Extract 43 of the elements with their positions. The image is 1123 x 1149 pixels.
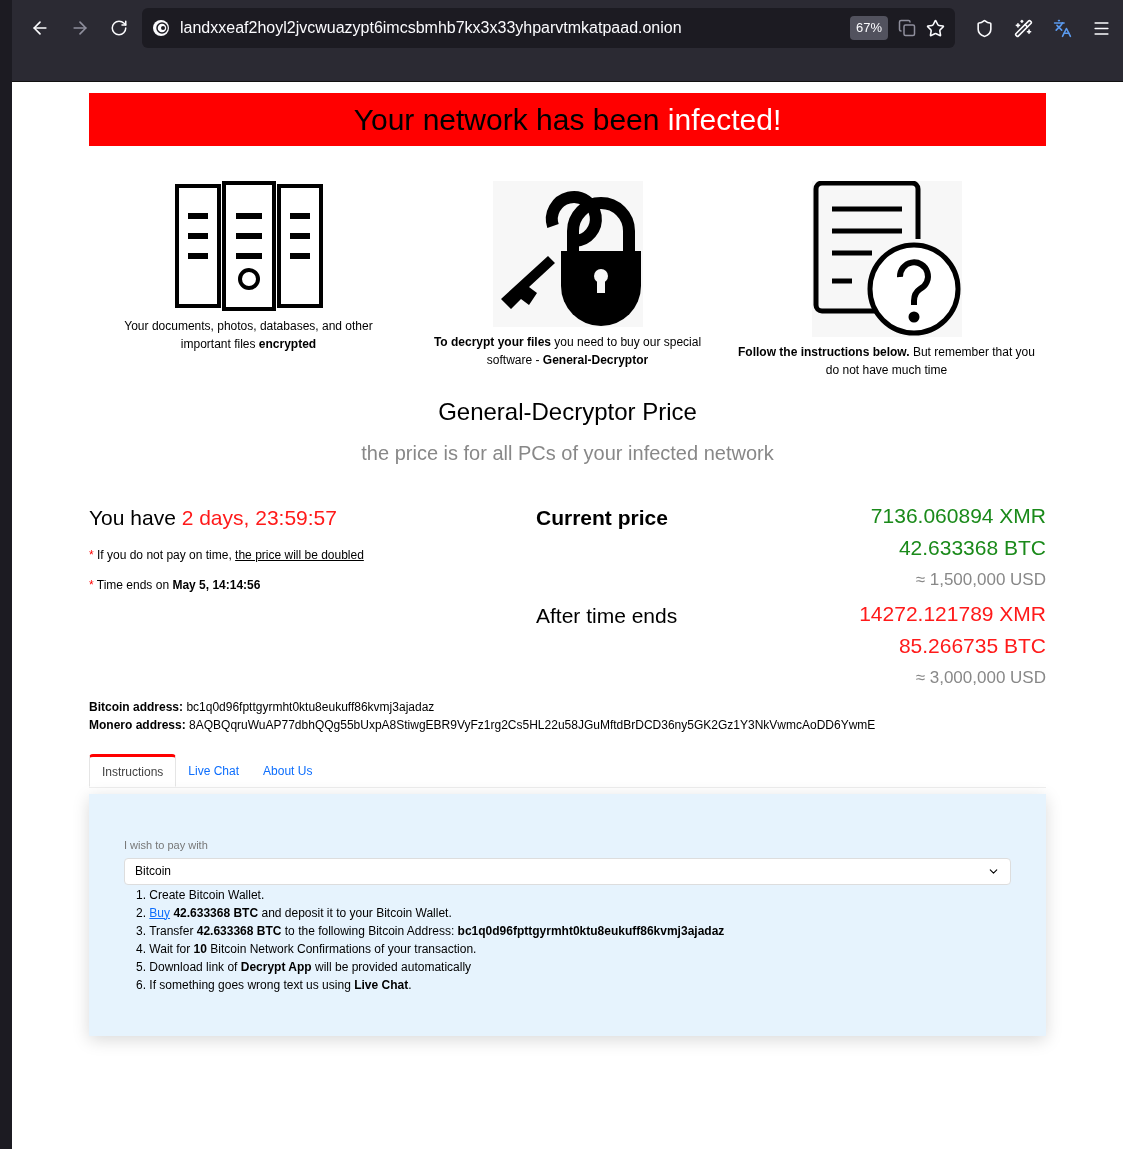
- feature-caption: Follow the instructions below. But remember that you do not have much time: [737, 344, 1036, 379]
- wallet-address: Monero address: 8AQBQqruWuAP77dbhQQg55bUxpA8StiwgEBR9VyFz1rg2Cs5HL22u58JGuMftdBrDCD36ny5GK2Gz1Y3NkVwmcAoDD6YwmE: [89, 717, 877, 734]
- document-question-icon: [811, 181, 962, 337]
- usd-amount: ≈ 3,000,000 USD: [915, 667, 1046, 689]
- usd-amount: ≈ 1,500,000 USD: [915, 569, 1046, 591]
- note-text: * Time ends on May 5, 14:14:56: [89, 576, 262, 594]
- instruction-step: 3. Transfer 42.633368 BTC to the following Bitcoin Address: bc1q0d96fpttgyrmht0ktu8eukuff86kvmj3ajadaz: [136, 921, 1011, 940]
- tab[interactable]: Instructions: [89, 754, 177, 787]
- instruction-step: 2. Buy 42.633368 BTC and deposit it to your Bitcoin Wallet.: [136, 903, 1011, 922]
- btc-amount: 42.633368 BTC: [898, 535, 1046, 561]
- wallet-address: Bitcoin address: bc1q0d96fpttgyrmht0ktu8eukuff86kvmj3ajadaz: [89, 699, 436, 716]
- banner-text: Your network has been infected!: [353, 102, 782, 138]
- zoom-level[interactable]: 67%: [849, 16, 888, 40]
- price-label: Current price: [536, 505, 668, 531]
- payment-label: I wish to pay with: [124, 838, 209, 853]
- url-text: landxxeaf2hoyl2jvcwuazypt6imcsbmhb7kx3x33yhparvtmkatpaad.onion: [180, 18, 683, 38]
- instruction-step: 6. If something goes wrong text us using Live Chat.: [136, 975, 1011, 994]
- price-subtitle: the price is for all PCs of your infected network: [361, 441, 774, 466]
- key-lock-icon: [492, 181, 643, 327]
- price-title: General-Decryptor Price: [438, 397, 697, 427]
- translate-icon[interactable]: [1053, 18, 1072, 38]
- countdown-text: You have 2 days, 23:59:57: [89, 505, 338, 531]
- instruction-step: 1. Create Bitcoin Wallet.: [136, 885, 1011, 904]
- tab[interactable]: Live Chat: [176, 754, 252, 787]
- buy-link[interactable]: Buy: [149, 905, 171, 920]
- xmr-amount: 7136.060894 XMR: [870, 503, 1046, 529]
- server-rack-icon: [173, 181, 324, 311]
- btc-amount: 85.266735 BTC: [898, 633, 1046, 659]
- bookmark-icon[interactable]: [926, 18, 945, 38]
- note-text: * If you do not pay on time, the price will be doubled: [89, 546, 365, 564]
- feature-caption: Your documents, photos, databases, and other important files encrypted: [123, 318, 374, 353]
- tab[interactable]: About Us: [251, 754, 325, 787]
- shield-icon[interactable]: [975, 18, 994, 38]
- payment-select[interactable]: Bitcoin: [124, 857, 1011, 885]
- onion-icon: [152, 19, 170, 37]
- feature-caption: To decrypt your files you need to buy our special software - General-Decryptor: [432, 334, 703, 369]
- instruction-step: 4. Wait for 10 Bitcoin Network Confirmations of your transaction.: [136, 939, 1011, 958]
- reload-icon[interactable]: [110, 19, 128, 37]
- xmr-amount: 14272.121789 XMR: [859, 601, 1046, 627]
- address-bar[interactable]: landxxeaf2hoyl2jvcwuazypt6imcsbmhb7kx3x33yhparvtmkatpaad.onion 67%: [142, 8, 955, 48]
- instruction-step: 5. Download link of Decrypt App will be provided automatically: [136, 957, 1011, 976]
- price-label: After time ends: [536, 603, 678, 629]
- magic-wand-icon[interactable]: [1014, 18, 1033, 38]
